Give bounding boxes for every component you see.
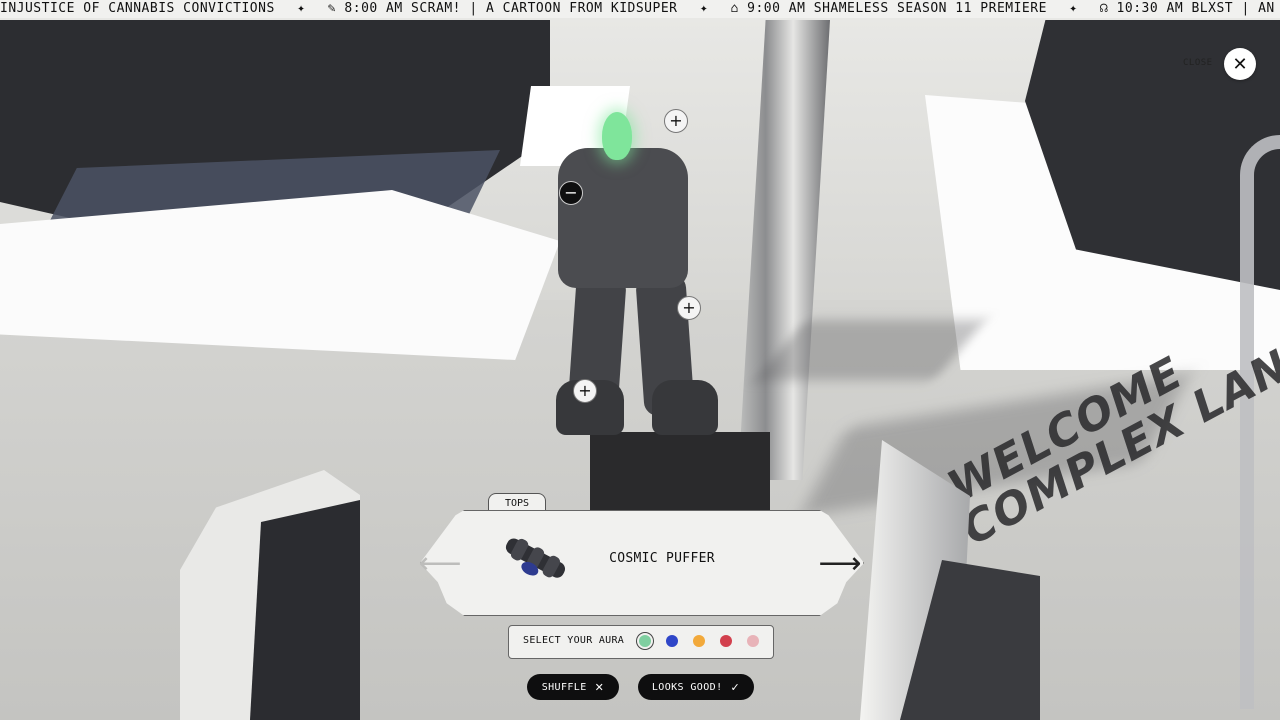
hotspot-remove-top[interactable]: − [559,181,583,205]
close-icon: ✕ [1232,53,1248,75]
arrow-left-icon: ⟵ [418,545,462,581]
prev-item-button[interactable]: ⟵ [419,546,462,581]
ticker-item[interactable]: ☊ 10:30 AM BLXST | AN EXCLUSIVE COMPLEX [1100,1,1280,16]
shuffle-icon: ✕ [594,680,605,694]
looks-good-label: LOOKS GOOD! [651,681,723,693]
news-ticker[interactable]: INJUSTICE OF CANNABIS CONVICTIONS ✦ ✎ 8:… [0,0,1280,18]
ticker-item[interactable]: ✎ 8:00 AM SCRAM! | A CARTOON FROM KIDSUP… [328,1,678,16]
plus-icon: + [669,111,683,130]
arrow-right-icon: ⟶ [818,545,862,581]
hotspot-add-head[interactable]: + [664,109,688,133]
avatar-boot-right [652,380,718,435]
next-item-button[interactable]: ⟶ [819,546,862,581]
foreground-opening-left [250,500,360,720]
aura-label: SELECT YOUR AURA [523,635,625,646]
ticker-item[interactable]: ⌂ 9:00 AM SHAMELESS SEASON 11 PREMIERE [730,1,1046,16]
close-button[interactable]: ✕ [1224,48,1256,80]
aura-swatch[interactable] [720,635,732,647]
plus-icon: + [682,298,696,317]
ticker-item[interactable]: INJUSTICE OF CANNABIS CONVICTIONS [0,1,275,16]
looks-good-button[interactable]: LOOKS GOOD! ✓ [638,674,754,700]
avatar-head [602,112,632,160]
plus-icon: + [578,381,592,400]
check-icon: ✓ [730,680,741,694]
ticker-separator: ✦ [699,1,709,16]
hotspot-add-bottoms[interactable]: + [677,296,701,320]
arch [1240,135,1280,709]
hotspot-add-shoes[interactable]: + [573,379,597,403]
ticker-separator: ✦ [297,1,306,16]
item-name: COSMIC PUFFER [609,551,715,566]
aura-swatch[interactable] [693,635,705,647]
aura-swatch[interactable] [666,635,678,647]
shuffle-label: SHUFFLE [541,681,587,693]
avatar-torso [558,148,688,288]
aura-swatch[interactable] [639,635,651,647]
minus-icon: − [564,183,578,202]
close-label[interactable]: CLOSE [1183,58,1213,68]
shuffle-button[interactable]: SHUFFLE ✕ [527,674,619,700]
ticker-separator: ✦ [1069,1,1078,16]
aura-swatch[interactable] [747,635,759,647]
